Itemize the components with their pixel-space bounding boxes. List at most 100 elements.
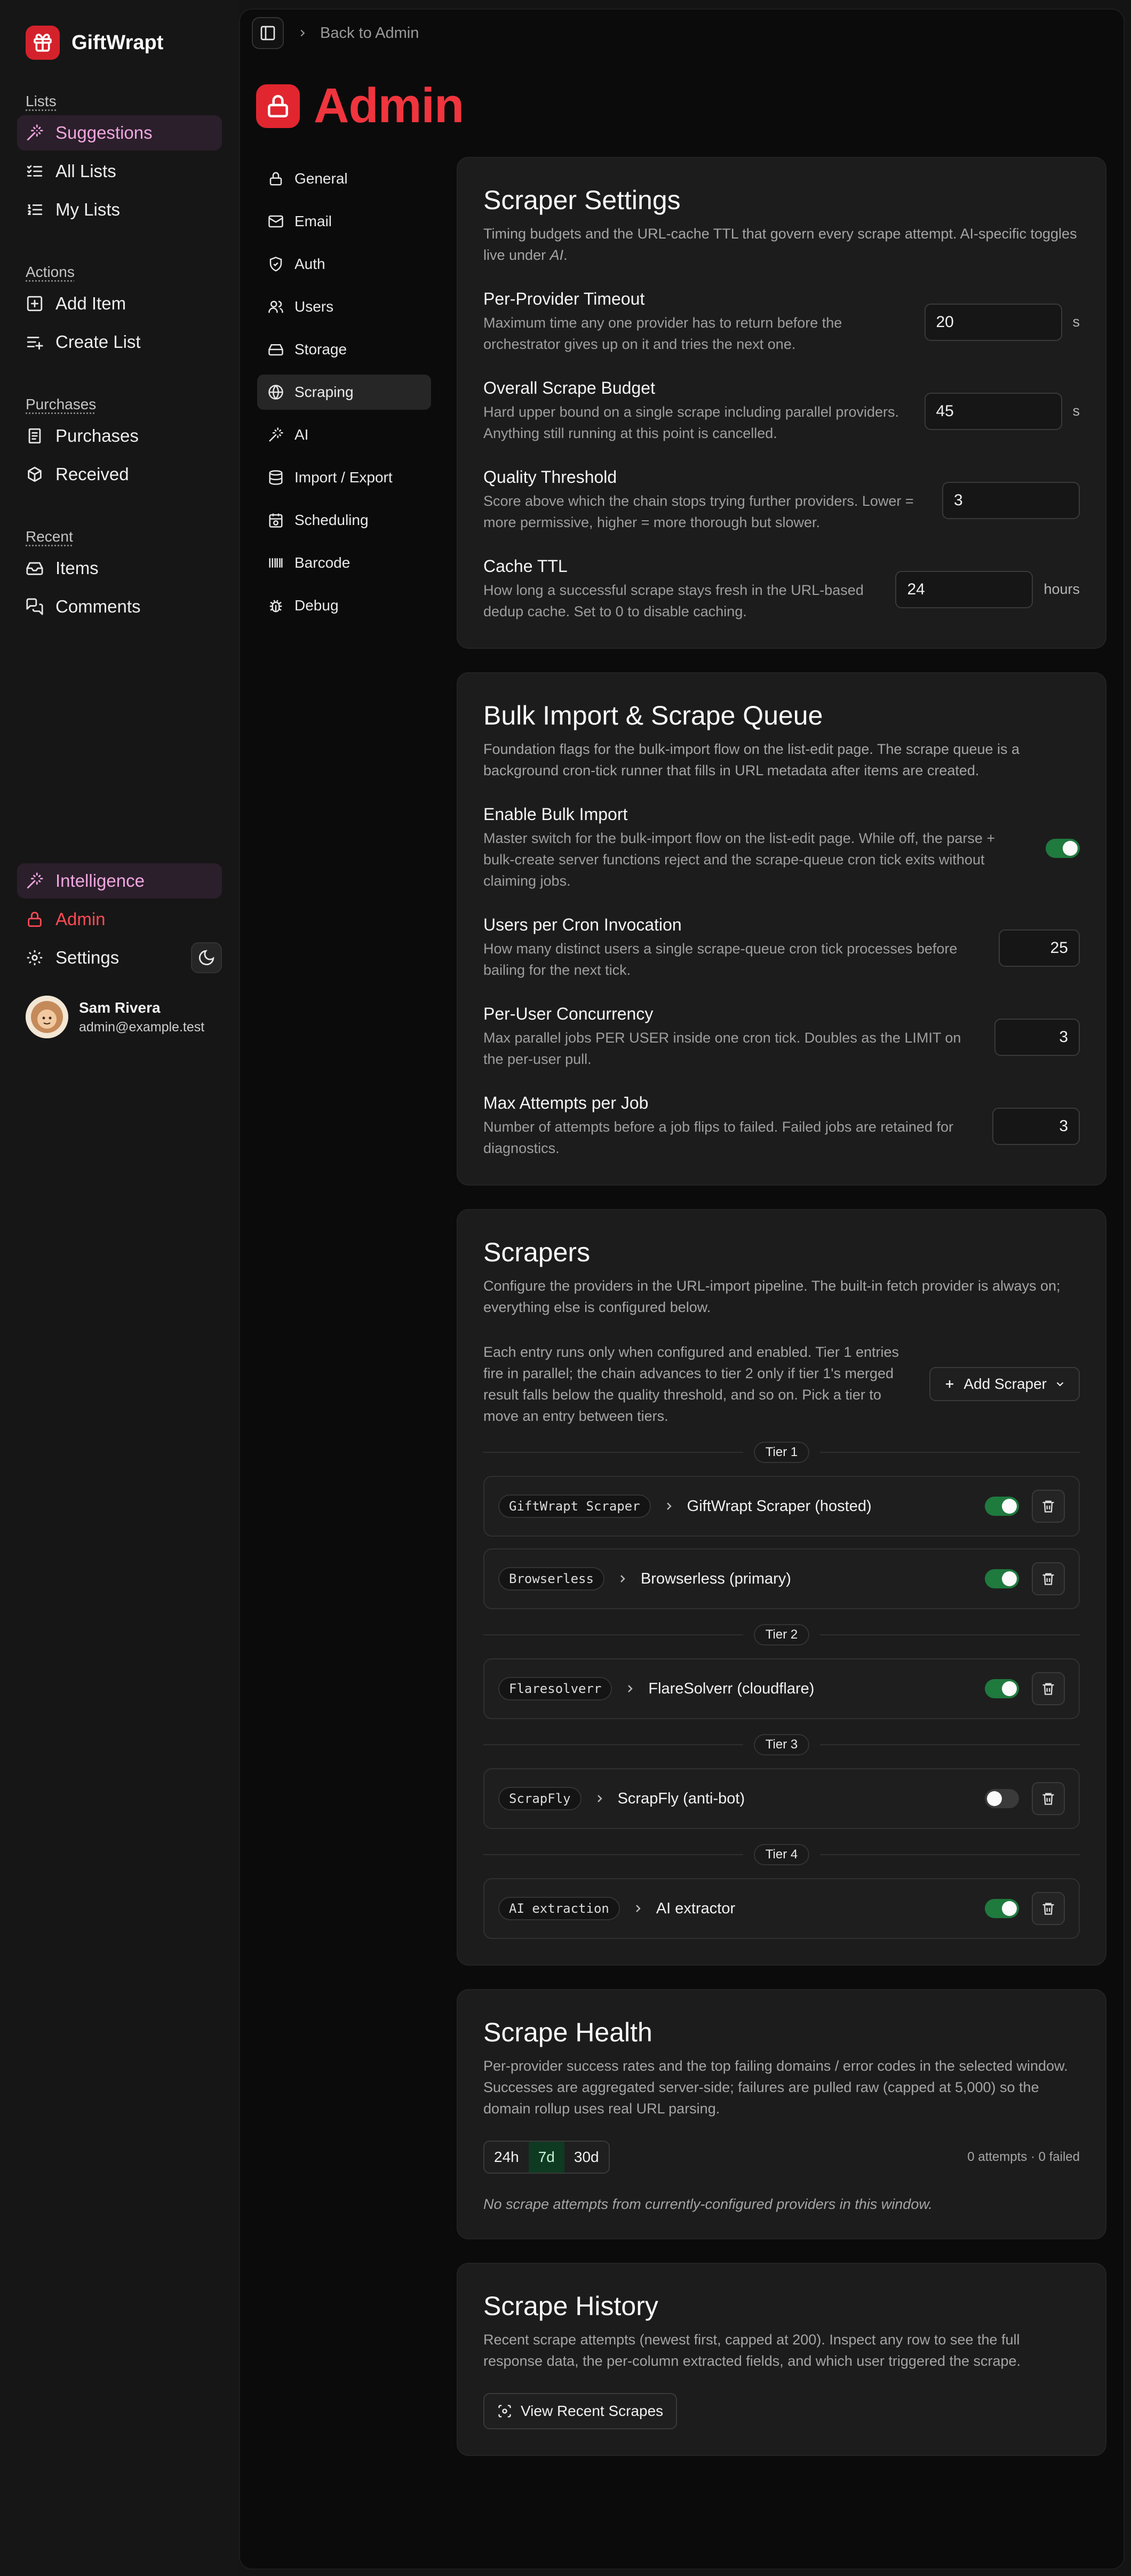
scraper-entry[interactable]: Flaresolverr FlareSolverr (cloudflare) [483,1658,1080,1719]
scraper-entry[interactable]: AI extraction AI extractor [483,1878,1080,1939]
panel-left-icon [260,26,275,41]
admin-nav-label: Auth [294,256,325,272]
user-profile[interactable]: Sam Rivera admin@example.test [26,996,204,1038]
delete-scraper-button[interactable] [1032,1672,1065,1705]
time-range-selector: 24h 7d 30d [483,2141,610,2174]
sidebar-item-my-lists[interactable]: My Lists [17,192,222,227]
admin-nav-import-export[interactable]: Import / Export [257,460,431,495]
scraper-entry[interactable]: ScrapFly ScrapFly (anti-bot) [483,1768,1080,1829]
breadcrumb-back-link[interactable]: Back to Admin [320,25,419,42]
scraper-name: AI extractor [656,1899,736,1917]
delete-scraper-button[interactable] [1032,1562,1065,1595]
card-description: Recent scrape attempts (newest first, ca… [483,2332,1021,2369]
settings-link[interactable]: Settings [26,948,119,968]
admin-nav-ai[interactable]: AI [257,417,431,452]
unit-label: s [1072,314,1080,330]
scrapers-card: Scrapers Configure the providers in the … [457,1209,1106,1966]
sidebar-heading: Actions [26,264,75,280]
sidebar-item-items[interactable]: Items [17,551,222,586]
setting-label: Overall Scrape Budget [483,378,655,397]
max-attempts-input[interactable]: 3 [992,1107,1080,1145]
admin-nav-email[interactable]: Email [257,204,431,239]
sidebar-item-comments[interactable]: Comments [17,589,222,624]
admin-nav-scraping[interactable]: Scraping [257,375,431,410]
sidebar-item-received[interactable]: Received [17,457,222,492]
card-description: Foundation flags for the bulk-import flo… [483,741,1020,778]
app-name: GiftWrapt [71,31,164,54]
admin-nav-barcode[interactable]: Barcode [257,545,431,581]
users-per-cron-input[interactable]: 25 [999,929,1080,967]
sidebar-item-purchases[interactable]: Purchases [17,418,222,454]
admin-nav-label: Import / Export [294,469,393,486]
setting-description: How many distinct users a single scrape-… [483,941,958,978]
range-7d-button[interactable]: 7d [528,2142,564,2173]
per-user-concurrency-input[interactable]: 3 [994,1018,1080,1056]
setting-description: How long a successful scrape stays fresh… [483,582,864,619]
chevron-down-icon [1056,1382,1064,1387]
scraper-enabled-toggle[interactable] [985,1569,1019,1588]
admin-nav-general[interactable]: General [257,161,431,196]
scraper-enabled-toggle[interactable] [985,1789,1019,1808]
theme-toggle-button[interactable] [191,942,222,973]
setting-label: Per-Provider Timeout [483,289,645,308]
admin-nav-auth[interactable]: Auth [257,247,431,282]
setting-label: Per-User Concurrency [483,1004,654,1023]
sidebar-heading: Purchases [26,396,97,412]
scraper-enabled-toggle[interactable] [985,1679,1019,1698]
admin-nav-label: Email [294,213,332,229]
chevron-right-icon [597,1795,602,1802]
sidebar-item-suggestions[interactable]: Suggestions [17,115,222,150]
sidebar-item-intelligence[interactable]: Intelligence [17,863,222,899]
range-24h-button[interactable]: 24h [484,2142,529,2173]
view-recent-scrapes-label: View Recent Scrapes [521,2403,664,2419]
sidebar-item-admin[interactable]: Admin [17,902,222,937]
per-provider-timeout-input[interactable]: 20 [924,303,1062,341]
sidebar-item-add-item[interactable]: Add Item [17,286,222,321]
sidebar-toggle-button[interactable] [252,17,284,49]
quality-threshold-input[interactable]: 3 [942,481,1080,519]
delete-scraper-button[interactable] [1032,1782,1065,1815]
delete-scraper-button[interactable] [1032,1490,1065,1523]
setting-label: Quality Threshold [483,467,617,487]
setting-row-cache-ttl: Cache TTL How long a successful scrape s… [483,556,1080,622]
breadcrumb[interactable]: Back to Admin [297,25,419,42]
scraper-entry[interactable]: Browserless Browserless (primary) [483,1548,1080,1609]
sidebar-item-all-lists[interactable]: All Lists [17,154,222,189]
chevron-right-icon [620,1575,625,1583]
setting-description: Score above which the chain stops trying… [483,493,914,530]
add-scraper-button[interactable]: Add Scraper [929,1367,1080,1401]
scraper-enabled-toggle[interactable] [985,1497,1019,1516]
sidebar-item-settings[interactable]: Settings [17,940,222,975]
tier-label: Tier 4 [753,1844,810,1865]
card-description: Timing budgets and the URL-cache TTL tha… [483,226,1077,263]
sidebar-heading: Lists [26,93,57,109]
sidebar-item-label: My Lists [55,200,121,219]
admin-nav-scheduling[interactable]: Scheduling [257,503,431,538]
list-plus-icon [27,337,43,350]
admin-nav-users[interactable]: Users [257,289,431,324]
sidebar-heading: Recent [26,528,73,545]
scraper-name: GiftWrapt Scraper (hosted) [687,1497,872,1515]
enable-bulk-import-toggle[interactable] [1046,838,1080,858]
scraper-enabled-toggle[interactable] [985,1899,1019,1918]
view-recent-scrapes-button[interactable]: View Recent Scrapes [483,2393,678,2429]
sidebar-item-label: Create List [55,332,141,352]
sidebar-item-label: Items [55,558,99,578]
range-30d-button[interactable]: 30d [564,2142,609,2173]
sidebar-item-label: Comments [55,597,141,616]
chevron-right-icon [666,1502,672,1510]
setting-description: Maximum time any one provider has to ret… [483,315,842,352]
brand[interactable]: GiftWrapt [26,26,163,60]
setting-label: Cache TTL [483,556,568,576]
admin-nav-label: Scheduling [294,512,369,528]
sidebar-item-create-list[interactable]: Create List [17,324,222,360]
setting-description: Number of attempts before a job flips to… [483,1119,953,1156]
admin-nav-storage[interactable]: Storage [257,332,431,367]
delete-scraper-button[interactable] [1032,1892,1065,1925]
scraper-entry[interactable]: GiftWrapt Scraper GiftWrapt Scraper (hos… [483,1476,1080,1537]
card-title: Scrape History [483,2291,658,2321]
admin-nav-debug[interactable]: Debug [257,588,431,623]
overall-scrape-budget-input[interactable]: 45 [924,392,1062,430]
chevron-right-icon [300,29,305,37]
cache-ttl-input[interactable]: 24 [895,570,1033,608]
